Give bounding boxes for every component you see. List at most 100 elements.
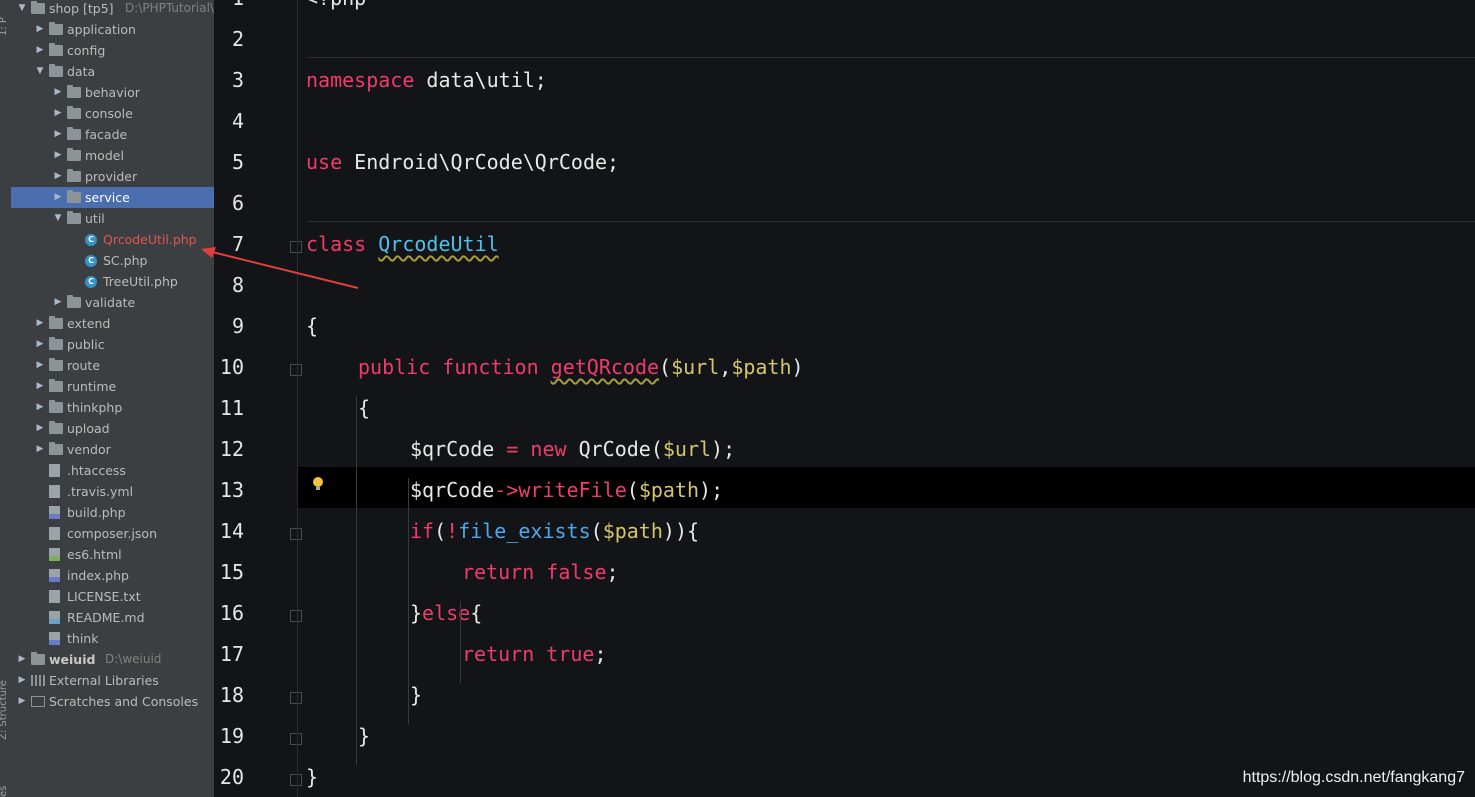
- expand-right-icon[interactable]: ▶: [53, 145, 63, 166]
- expand-right-icon[interactable]: ▶: [53, 124, 63, 145]
- tree-item[interactable]: ▶ model: [11, 145, 214, 166]
- tree-item-label: SC.php: [103, 253, 148, 268]
- code-line[interactable]: $qrCode = new QrCode($url);: [410, 437, 735, 461]
- tree-item[interactable]: ▶ External Libraries: [11, 670, 214, 691]
- tree-item[interactable]: ▶ extend: [11, 313, 214, 334]
- code-token: {: [358, 396, 371, 420]
- tree-item-label: upload: [67, 421, 110, 436]
- expand-down-icon[interactable]: ▼: [17, 0, 27, 19]
- tree-item[interactable]: ▶ Scratches and Consoles: [11, 691, 214, 712]
- code-line[interactable]: }: [306, 765, 318, 789]
- tree-item[interactable]: ▶ route: [11, 355, 214, 376]
- code-line[interactable]: }else{: [410, 601, 482, 625]
- folder-icon: [67, 211, 81, 224]
- expand-right-icon[interactable]: ▶: [35, 439, 45, 460]
- code-token: Endroid\QrCode\QrCode;: [342, 150, 620, 174]
- folder-icon: [49, 379, 63, 392]
- code-token: }: [358, 724, 371, 748]
- tree-item[interactable]: README.md: [11, 607, 214, 628]
- tree-item[interactable]: ▶ application: [11, 19, 214, 40]
- code-line[interactable]: $qrCode->writeFile($path);: [410, 478, 723, 502]
- expand-right-icon[interactable]: ▶: [35, 376, 45, 397]
- expand-right-icon[interactable]: ▶: [35, 355, 45, 376]
- tree-item[interactable]: ▶ validate: [11, 292, 214, 313]
- file-icon: [49, 464, 60, 477]
- expand-right-icon[interactable]: ▶: [35, 334, 45, 355]
- tree-item[interactable]: ▼ shop [tp5] D:\PHPTutorial\W: [11, 0, 214, 19]
- code-line[interactable]: namespace data\util;: [306, 68, 547, 92]
- expand-right-icon[interactable]: ▶: [35, 40, 45, 61]
- code-token: writeFile: [518, 478, 627, 502]
- expand-right-icon[interactable]: ▶: [35, 418, 45, 439]
- code-line[interactable]: if(!file_exists($path)){: [410, 519, 699, 543]
- tree-item[interactable]: build.php: [11, 502, 214, 523]
- code-line[interactable]: public function getQRcode($url,$path): [358, 355, 804, 379]
- tree-item-label: config: [67, 43, 106, 58]
- tree-item[interactable]: ▶ service: [11, 187, 214, 208]
- expand-down-icon[interactable]: ▼: [35, 61, 45, 82]
- tree-item[interactable]: C QrcodeUtil.php: [11, 229, 214, 250]
- tree-item[interactable]: ▶ runtime: [11, 376, 214, 397]
- code-line[interactable]: }: [358, 724, 370, 748]
- expand-down-icon[interactable]: ▼: [53, 208, 63, 229]
- expand-right-icon[interactable]: ▶: [53, 166, 63, 187]
- tree-item[interactable]: ▶ facade: [11, 124, 214, 145]
- tree-item[interactable]: think: [11, 628, 214, 649]
- structure-tool-tab[interactable]: Z: Structure: [0, 680, 9, 740]
- tree-item[interactable]: composer.json: [11, 523, 214, 544]
- code-token: ): [791, 355, 804, 379]
- expand-right-icon[interactable]: ▶: [17, 670, 27, 691]
- tree-item[interactable]: ▶ config: [11, 40, 214, 61]
- tree-item[interactable]: ▶ provider: [11, 166, 214, 187]
- fold-marker-icon[interactable]: [290, 364, 302, 376]
- expand-right-icon[interactable]: ▶: [53, 292, 63, 313]
- code-line[interactable]: <?php: [306, 0, 366, 10]
- code-token: public: [358, 355, 431, 379]
- code-line[interactable]: {: [358, 396, 370, 420]
- fold-marker-icon[interactable]: [290, 528, 302, 540]
- tree-item[interactable]: ▶ weiuid D:\weiuid: [11, 649, 214, 670]
- expand-right-icon[interactable]: ▶: [53, 187, 63, 208]
- code-line[interactable]: }: [410, 683, 422, 707]
- code-editor[interactable]: 1234567891011121314151617181920 <?phpnam…: [214, 0, 1475, 797]
- tree-item[interactable]: C SC.php: [11, 250, 214, 271]
- tree-item[interactable]: LICENSE.txt: [11, 586, 214, 607]
- favorites-tool-tab[interactable]: es: [0, 786, 9, 797]
- expand-right-icon[interactable]: ▶: [53, 103, 63, 124]
- fold-marker-icon[interactable]: [290, 610, 302, 622]
- tree-item[interactable]: .htaccess: [11, 460, 214, 481]
- tree-item[interactable]: ▶ console: [11, 103, 214, 124]
- expand-right-icon[interactable]: ▶: [35, 313, 45, 334]
- code-line[interactable]: return false;: [462, 560, 619, 584]
- tree-item[interactable]: C TreeUtil.php: [11, 271, 214, 292]
- code-token: =: [494, 437, 531, 461]
- code-line[interactable]: return true;: [462, 642, 607, 666]
- tree-item-label: public: [67, 337, 105, 352]
- php-file-icon: [49, 632, 60, 645]
- fold-marker-icon[interactable]: [290, 692, 302, 704]
- expand-right-icon[interactable]: ▶: [53, 82, 63, 103]
- code-line[interactable]: {: [306, 314, 318, 338]
- tree-item[interactable]: ▶ upload: [11, 418, 214, 439]
- project-tool-tab[interactable]: 1: P: [0, 17, 9, 36]
- line-number: 19: [219, 724, 244, 748]
- fold-marker-icon[interactable]: [290, 774, 302, 786]
- lightbulb-icon[interactable]: [313, 477, 323, 491]
- tree-item-label: TreeUtil.php: [103, 274, 178, 289]
- expand-right-icon[interactable]: ▶: [17, 691, 27, 712]
- tree-item[interactable]: ▼ util: [11, 208, 214, 229]
- tree-item[interactable]: ▶ behavior: [11, 82, 214, 103]
- expand-right-icon[interactable]: ▶: [35, 397, 45, 418]
- tree-item[interactable]: ▶ thinkphp: [11, 397, 214, 418]
- tree-item[interactable]: ▶ vendor: [11, 439, 214, 460]
- fold-marker-icon[interactable]: [290, 733, 302, 745]
- expand-right-icon[interactable]: ▶: [17, 649, 27, 670]
- code-line[interactable]: use Endroid\QrCode\QrCode;: [306, 150, 619, 174]
- tree-item[interactable]: .travis.yml: [11, 481, 214, 502]
- tree-item[interactable]: es6.html: [11, 544, 214, 565]
- tree-item[interactable]: ▶ public: [11, 334, 214, 355]
- expand-right-icon[interactable]: ▶: [35, 19, 45, 40]
- indent-guide: [408, 478, 409, 724]
- tree-item[interactable]: ▼ data: [11, 61, 214, 82]
- tree-item[interactable]: index.php: [11, 565, 214, 586]
